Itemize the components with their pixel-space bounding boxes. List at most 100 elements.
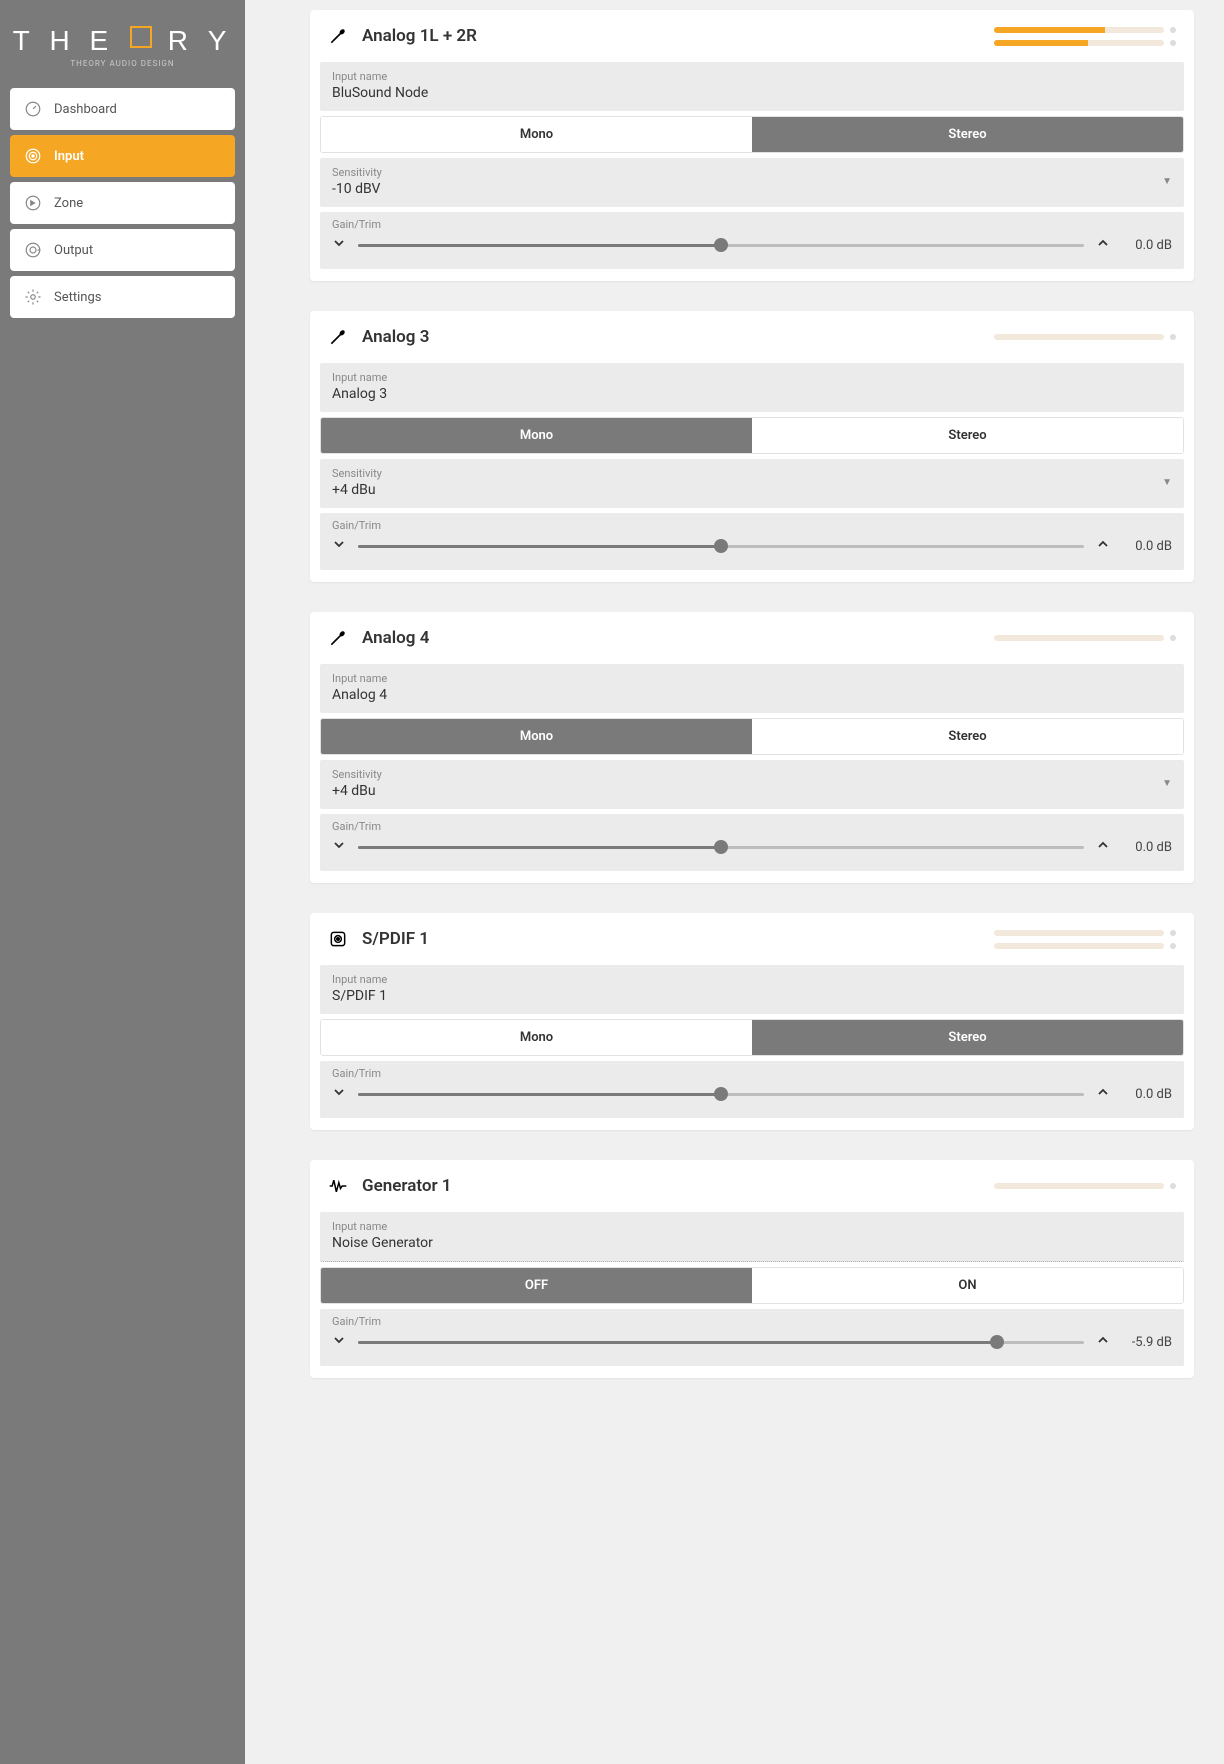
gain-increase-button[interactable] bbox=[1096, 538, 1110, 554]
nav-item-zone[interactable]: Zone bbox=[10, 182, 235, 224]
gain-decrease-button[interactable] bbox=[332, 839, 346, 855]
gain-trim-field: Gain/Trim 0.0 dB bbox=[320, 814, 1184, 871]
field-label: Sensitivity bbox=[332, 166, 1162, 179]
gain-increase-button[interactable] bbox=[1096, 1334, 1110, 1350]
card-header: S/PDIF 1 bbox=[310, 913, 1194, 965]
input-name-field[interactable]: Input name Noise Generator bbox=[320, 1212, 1184, 1262]
mode-stereo-button[interactable]: Stereo bbox=[752, 719, 1183, 754]
jack-icon bbox=[328, 628, 348, 648]
brand-logo: T H E R Y THEORY AUDIO DESIGN bbox=[10, 10, 235, 88]
sensitivity-value: -10 dBV bbox=[332, 181, 1162, 197]
field-label: Gain/Trim bbox=[332, 519, 1172, 532]
level-meters bbox=[994, 930, 1176, 949]
input-name-value: Analog 4 bbox=[332, 687, 1172, 703]
sensitivity-select[interactable]: Sensitivity -10 dBV ▼ bbox=[320, 158, 1184, 207]
card-header: Generator 1 bbox=[310, 1160, 1194, 1212]
mode-stereo-button[interactable]: Stereo bbox=[752, 418, 1183, 453]
gain-slider[interactable] bbox=[358, 1332, 1084, 1352]
level-meter bbox=[994, 27, 1164, 33]
level-meter bbox=[994, 635, 1164, 641]
nav-item-dashboard[interactable]: Dashboard bbox=[10, 88, 235, 130]
gain-trim-field: Gain/Trim -5.9 dB bbox=[320, 1309, 1184, 1366]
mode-toggle: MonoStereo bbox=[320, 1019, 1184, 1056]
input-name-field[interactable]: Input name Analog 3 bbox=[320, 363, 1184, 412]
nav-label: Dashboard bbox=[54, 102, 117, 117]
field-label: Gain/Trim bbox=[332, 820, 1172, 833]
field-label: Input name bbox=[332, 70, 1172, 83]
mode-mono-button[interactable]: Mono bbox=[321, 418, 752, 453]
field-label: Gain/Trim bbox=[332, 218, 1172, 231]
spdif-icon bbox=[328, 929, 348, 949]
input-name-value: Analog 3 bbox=[332, 386, 1172, 402]
field-label: Sensitivity bbox=[332, 467, 1162, 480]
nav-item-input[interactable]: Input bbox=[10, 135, 235, 177]
gain-slider[interactable] bbox=[358, 1084, 1084, 1104]
target-icon bbox=[24, 147, 42, 165]
power-off-button[interactable]: OFF bbox=[321, 1268, 752, 1303]
input-name-value: Noise Generator bbox=[332, 1235, 1172, 1251]
gain-increase-button[interactable] bbox=[1096, 1086, 1110, 1102]
field-label: Gain/Trim bbox=[332, 1067, 1172, 1080]
mode-stereo-button[interactable]: Stereo bbox=[752, 1020, 1183, 1055]
gain-decrease-button[interactable] bbox=[332, 1334, 346, 1350]
gain-slider[interactable] bbox=[358, 235, 1084, 255]
nav-label: Output bbox=[54, 243, 93, 258]
input-name-field[interactable]: Input name BluSound Node bbox=[320, 62, 1184, 111]
input-card: Analog 1L + 2R Input name BluSound Node … bbox=[310, 10, 1194, 281]
card-title: S/PDIF 1 bbox=[362, 929, 994, 949]
brand-name: T H E R Y bbox=[10, 25, 235, 57]
gain-increase-button[interactable] bbox=[1096, 839, 1110, 855]
nav-item-settings[interactable]: Settings bbox=[10, 276, 235, 318]
mode-mono-button[interactable]: Mono bbox=[321, 719, 752, 754]
gain-value: -5.9 dB bbox=[1122, 1335, 1172, 1350]
gain-increase-button[interactable] bbox=[1096, 237, 1110, 253]
speaker-icon bbox=[24, 194, 42, 212]
gain-decrease-button[interactable] bbox=[332, 237, 346, 253]
mode-mono-button[interactable]: Mono bbox=[321, 117, 752, 152]
level-meter bbox=[994, 930, 1164, 936]
chevron-down-icon: ▼ bbox=[1162, 176, 1172, 187]
clip-indicator bbox=[1170, 27, 1176, 33]
nav-label: Settings bbox=[54, 290, 101, 305]
level-meter bbox=[994, 943, 1164, 949]
card-title: Analog 1L + 2R bbox=[362, 26, 994, 46]
jack-icon bbox=[328, 327, 348, 347]
power-on-button[interactable]: ON bbox=[752, 1268, 1183, 1303]
input-card: Generator 1 Input name Noise Generator O… bbox=[310, 1160, 1194, 1378]
clip-indicator bbox=[1170, 1183, 1176, 1189]
input-name-field[interactable]: Input name Analog 4 bbox=[320, 664, 1184, 713]
gain-value: 0.0 dB bbox=[1122, 840, 1172, 855]
sidebar: T H E R Y THEORY AUDIO DESIGN Dashboard I… bbox=[0, 0, 245, 1764]
gain-slider[interactable] bbox=[358, 536, 1084, 556]
sensitivity-select[interactable]: Sensitivity +4 dBu ▼ bbox=[320, 459, 1184, 508]
sensitivity-select[interactable]: Sensitivity +4 dBu ▼ bbox=[320, 760, 1184, 809]
chevron-down-icon: ▼ bbox=[1162, 778, 1172, 789]
input-name-value: BluSound Node bbox=[332, 85, 1172, 101]
input-name-value: S/PDIF 1 bbox=[332, 988, 1172, 1004]
level-meter bbox=[994, 334, 1164, 340]
chevron-down-icon: ▼ bbox=[1162, 477, 1172, 488]
power-toggle: OFFON bbox=[320, 1267, 1184, 1304]
wave-icon bbox=[328, 1176, 348, 1196]
level-meters bbox=[994, 334, 1176, 340]
mode-stereo-button[interactable]: Stereo bbox=[752, 117, 1183, 152]
gain-decrease-button[interactable] bbox=[332, 538, 346, 554]
gain-slider[interactable] bbox=[358, 837, 1084, 857]
main-content: Analog 1L + 2R Input name BluSound Node … bbox=[245, 0, 1224, 1764]
gauge-icon bbox=[24, 100, 42, 118]
output-icon bbox=[24, 241, 42, 259]
nav-item-output[interactable]: Output bbox=[10, 229, 235, 271]
card-title: Analog 4 bbox=[362, 628, 994, 648]
input-card: Analog 4 Input name Analog 4 MonoStereo … bbox=[310, 612, 1194, 883]
field-label: Input name bbox=[332, 371, 1172, 384]
input-name-field[interactable]: Input name S/PDIF 1 bbox=[320, 965, 1184, 1014]
field-label: Input name bbox=[332, 1220, 1172, 1233]
gain-trim-field: Gain/Trim 0.0 dB bbox=[320, 513, 1184, 570]
clip-indicator bbox=[1170, 635, 1176, 641]
level-meters bbox=[994, 635, 1176, 641]
gain-value: 0.0 dB bbox=[1122, 1087, 1172, 1102]
mode-toggle: MonoStereo bbox=[320, 417, 1184, 454]
gain-decrease-button[interactable] bbox=[332, 1086, 346, 1102]
gain-trim-field: Gain/Trim 0.0 dB bbox=[320, 1061, 1184, 1118]
mode-mono-button[interactable]: Mono bbox=[321, 1020, 752, 1055]
